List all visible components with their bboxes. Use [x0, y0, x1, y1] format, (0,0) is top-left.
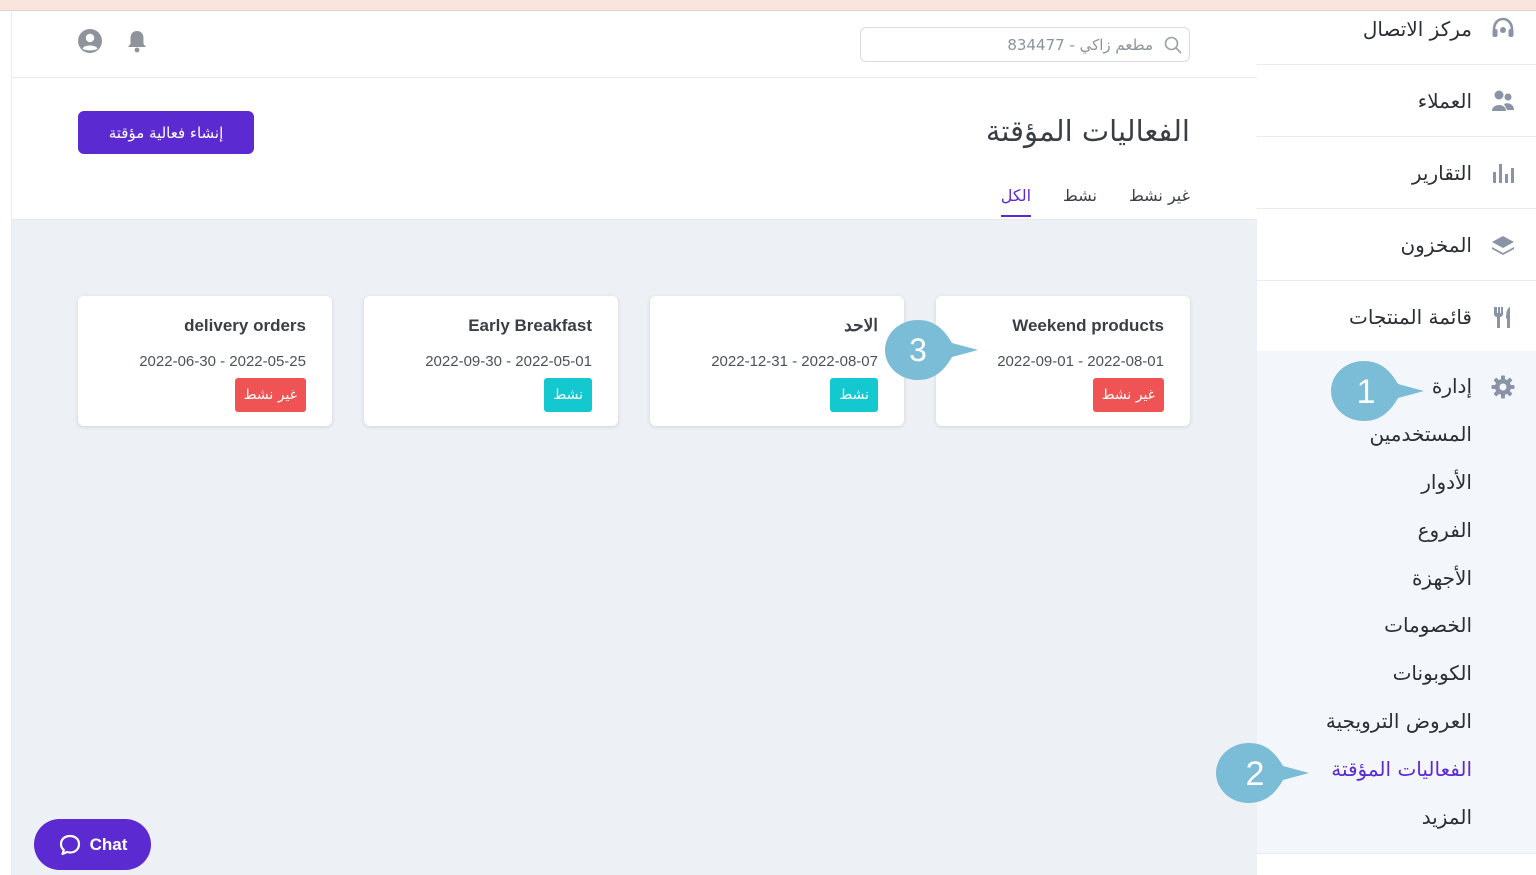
status-badge: نشط — [830, 378, 878, 412]
gear-icon — [1491, 375, 1515, 399]
users-icon — [1492, 90, 1514, 111]
submenu-timed-events[interactable]: الفعاليات المؤقتة — [1331, 757, 1472, 781]
submenu-branches[interactable]: الفروع — [1418, 518, 1472, 542]
callout-number: 2 — [1246, 755, 1265, 793]
status-badge: غير نشط — [1092, 378, 1164, 412]
create-event-button[interactable]: إنشاء فعالية مؤقتة — [78, 111, 254, 154]
status-tabs: الكل نشط غير نشط — [1000, 186, 1190, 217]
sidebar-item-label: العملاء — [1417, 88, 1472, 113]
event-name: Early Breakfast — [468, 316, 592, 335]
event-dates: 2022-12-31 - 2022-08-07 — [711, 353, 878, 370]
status-badge: غير نشط — [234, 378, 306, 412]
sidebar-item-label: المخزون — [1400, 232, 1472, 257]
submenu-discounts[interactable]: الخصومات — [1384, 613, 1472, 637]
sidebar-item-label: التقارير — [1411, 160, 1472, 185]
headset-icon — [1492, 17, 1514, 37]
sidebar-item-customers[interactable]: العملاء — [1257, 65, 1536, 137]
event-dates: 2022-09-30 - 2022-05-01 — [425, 353, 592, 370]
event-card[interactable]: الاحد 2022-12-31 - 2022-08-07 نشط — [650, 296, 904, 426]
utensils-icon — [1494, 306, 1510, 328]
chat-label: Chat — [89, 834, 128, 854]
tab-inactive[interactable]: غير نشط — [1129, 186, 1190, 217]
sidebar-item-call-center[interactable]: مركز الاتصال — [1257, 0, 1536, 65]
tab-all[interactable]: الكل — [1000, 186, 1032, 217]
user-icon[interactable] — [77, 28, 103, 54]
submenu-promotions[interactable]: العروض الترويجية — [1326, 709, 1472, 733]
submenu-more[interactable]: المزيد — [1422, 805, 1472, 829]
callout-number: 3 — [909, 332, 927, 368]
page-titlebar: الفعاليات المؤقتة إنشاء فعالية مؤقتة الك… — [12, 78, 1257, 220]
search-input[interactable] — [893, 34, 1153, 56]
event-dates: 2022-06-30 - 2022-05-25 — [139, 353, 306, 370]
event-card[interactable]: delivery orders 2022-06-30 - 2022-05-25 … — [78, 296, 332, 426]
callout-marker-3: 3 — [885, 320, 978, 380]
tab-active[interactable]: نشط — [1063, 186, 1097, 217]
search-icon — [1164, 36, 1182, 54]
left-edge — [0, 11, 12, 875]
layers-icon — [1492, 235, 1514, 255]
callout-number: 1 — [1357, 373, 1376, 411]
bell-icon[interactable] — [124, 28, 150, 54]
event-dates: 2022-09-01 - 2022-08-01 — [997, 353, 1164, 370]
page-title: الفعاليات المؤقتة — [985, 114, 1190, 148]
submenu-coupons[interactable]: الكوبونات — [1393, 661, 1472, 685]
sidebar-item-label: قائمة المنتجات — [1349, 304, 1472, 329]
callout-marker-2: 2 — [1216, 743, 1309, 803]
chat-bubble-icon — [59, 834, 80, 855]
sidebar-item-label: إدارة — [1431, 374, 1472, 398]
sidebar-item-label: مركز الاتصال — [1362, 16, 1472, 41]
submenu-devices[interactable]: الأجهزة — [1412, 566, 1472, 590]
sidebar-item-reports[interactable]: التقارير — [1257, 137, 1536, 209]
event-name: الاحد — [844, 316, 878, 335]
main-content: الفعاليات المؤقتة إنشاء فعالية مؤقتة الك… — [12, 11, 1257, 875]
top-header — [12, 11, 1257, 78]
sidebar-item-menu[interactable]: قائمة المنتجات — [1257, 281, 1536, 353]
bar-chart-icon — [1493, 163, 1514, 183]
event-name: delivery orders — [184, 316, 306, 335]
event-card[interactable]: Early Breakfast 2022-09-30 - 2022-05-01 … — [364, 296, 618, 426]
event-name: Weekend products — [1012, 316, 1164, 335]
sidebar-item-inventory[interactable]: المخزون — [1257, 209, 1536, 281]
chat-button[interactable]: Chat — [34, 819, 151, 870]
submenu-users[interactable]: المستخدمين — [1370, 422, 1472, 446]
status-badge: نشط — [544, 378, 592, 412]
callout-marker-1: 1 — [1331, 361, 1424, 421]
search-box[interactable] — [860, 27, 1190, 62]
submenu-roles[interactable]: الأدوار — [1421, 470, 1472, 494]
